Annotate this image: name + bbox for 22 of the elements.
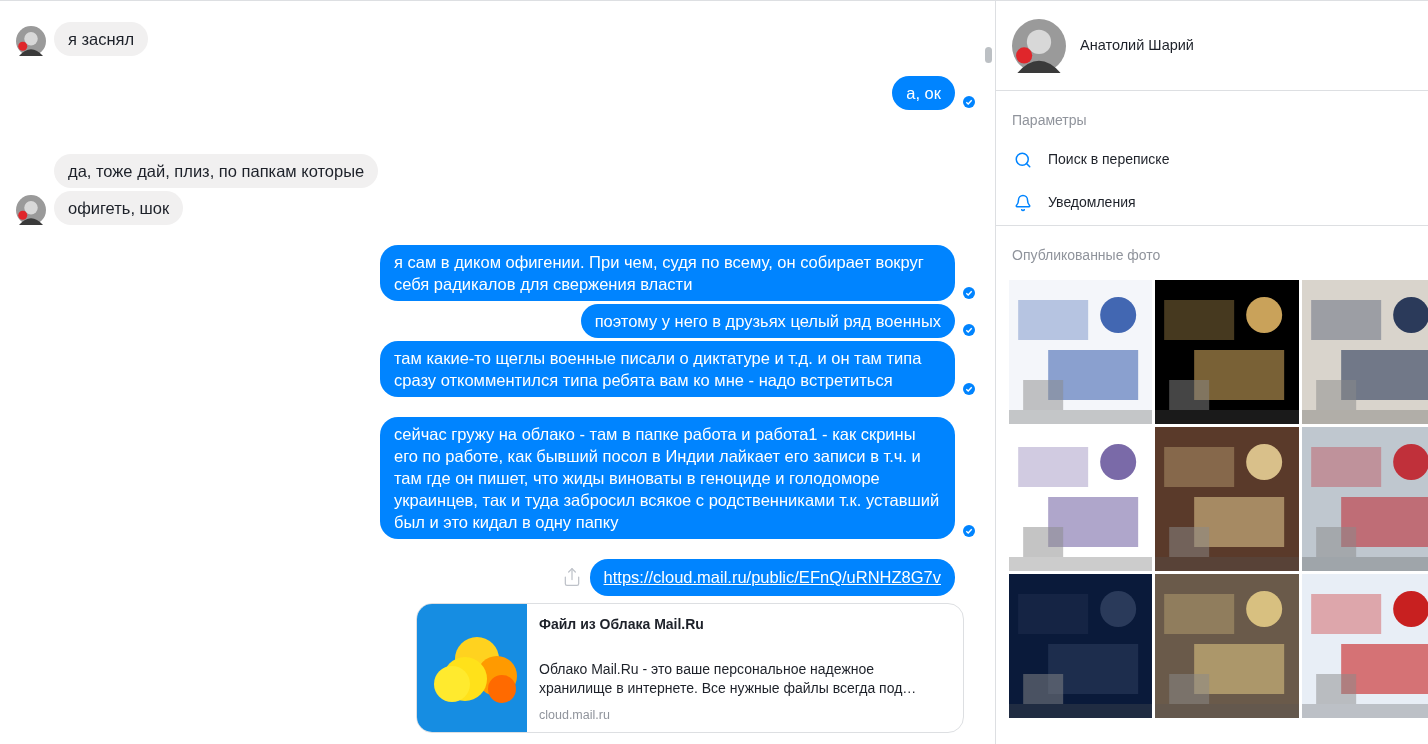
avatar [16,195,46,225]
message-bubble: я сам в диком офигении. При чем, судя по всему, он собирает вокруг себя радикалов для свержения власти [380,245,955,301]
message-bubble: поэтому у него в друзьях целый ряд военных [580,304,955,338]
link[interactable]: https://cloud.mail.ru/public/EFnQ/uRNHZ8G7v [589,559,955,596]
option-item[interactable]: Поиск в переписке [996,149,1428,170]
option-item[interactable]: Уведомления [996,192,1428,213]
avatar [1012,18,1066,73]
message-bubble: а, ок [892,76,955,110]
scrollbar-thumb[interactable] [985,47,992,63]
preview-title: Файл из Облака Mail.Ru [539,614,705,634]
message-bubble: сейчас гружу на облако - там в папке работа и работа1 - как скрины его по работе, как бывший посол в Индии лайкает его записи в т.ч. и там где он пишет, что жиды виноваты в геноциде и голодоморе украинцев, так и туда забросил всякое с родственниками т.к. уставший был и это кидал в одну папку [380,417,955,539]
bell-icon [1014,193,1032,212]
message-bubble: офигеть, шок [54,191,184,225]
preview-description: Облако Mail.Ru - это ваше персональное надежное хранилище в интернете. Все нужные файлы всегда под… [539,659,918,698]
search-icon [1014,150,1032,169]
link-preview-card[interactable]: Файл из Облака Mail.Ru Облако Mail.Ru - это ваше персональное надежное хранилище в интернете. Все нужные файлы всегда под… cloud.mail.ru [416,602,964,733]
message-bubble: я заснял [54,22,149,56]
message-bubble: да, тоже дай, плиз, по папкам которые [54,154,379,188]
message-bubble: там какие-то щеглы военные писали о диктатуре и т.д. и он там типа сразу откомментился типа ребята вам ко мне - надо встретиться [380,341,955,397]
avatar [16,26,46,56]
preview-domain: cloud.mail.ru [539,706,611,724]
contact-name: Анатолий Шарий [1080,35,1194,55]
